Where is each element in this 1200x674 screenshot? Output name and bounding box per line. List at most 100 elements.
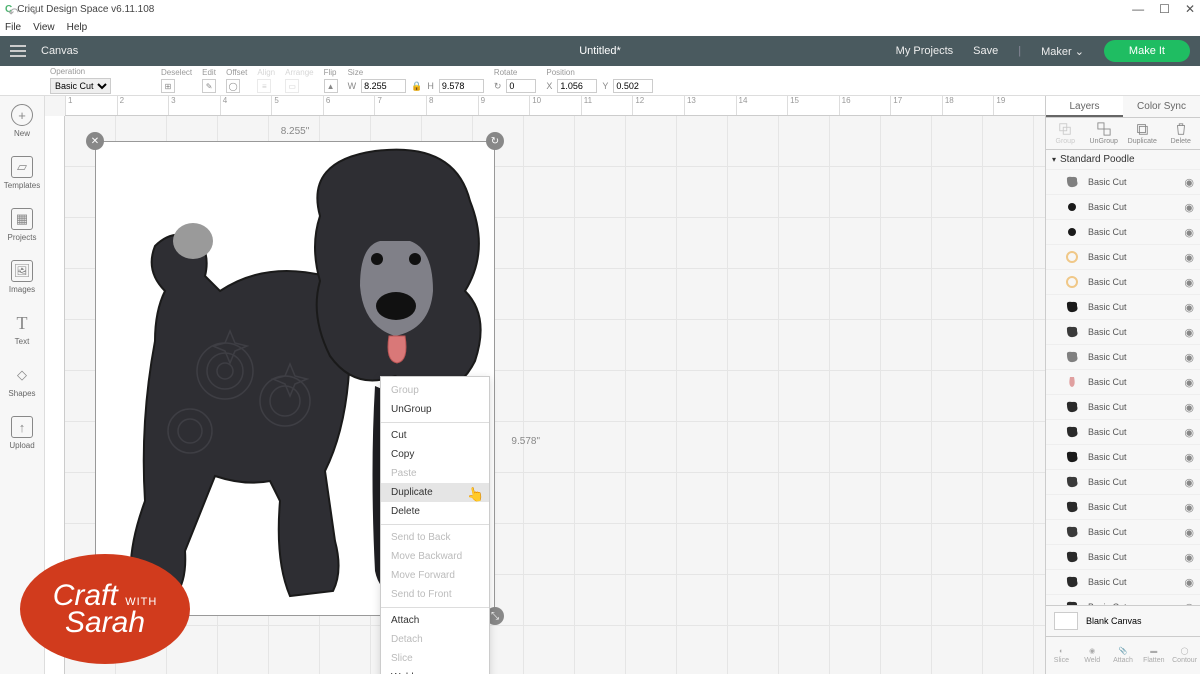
visibility-eye-icon[interactable]: ◉ bbox=[1184, 201, 1194, 214]
visibility-eye-icon[interactable]: ◉ bbox=[1184, 526, 1194, 539]
blank-canvas-row[interactable]: Blank Canvas bbox=[1046, 605, 1200, 636]
flatten-icon: ▬ bbox=[1150, 648, 1157, 655]
ctx-weld[interactable]: Weld bbox=[381, 668, 489, 674]
rotate-input[interactable] bbox=[506, 79, 536, 93]
visibility-eye-icon[interactable]: ◉ bbox=[1184, 401, 1194, 414]
width-input[interactable] bbox=[361, 79, 406, 93]
height-input[interactable] bbox=[439, 79, 484, 93]
layer-row[interactable]: Basic Cut◉ bbox=[1046, 345, 1200, 370]
layer-row[interactable]: Basic Cut◉ bbox=[1046, 320, 1200, 345]
ctx-copy[interactable]: Copy bbox=[381, 445, 489, 464]
layer-row[interactable]: Basic Cut◉ bbox=[1046, 495, 1200, 520]
deselect-icon[interactable]: ⊞ bbox=[161, 79, 175, 93]
ctx-delete[interactable]: Delete bbox=[381, 502, 489, 521]
templates-tool[interactable]: ▱Templates bbox=[4, 156, 40, 190]
layer-row[interactable]: Basic Cut◉ bbox=[1046, 245, 1200, 270]
layer-row[interactable]: Basic Cut◉ bbox=[1046, 545, 1200, 570]
pos-x-input[interactable] bbox=[557, 79, 597, 93]
layer-label: Basic Cut bbox=[1088, 477, 1127, 487]
visibility-eye-icon[interactable]: ◉ bbox=[1184, 276, 1194, 289]
close-icon[interactable]: ✕ bbox=[1185, 2, 1195, 16]
pos-y-input[interactable] bbox=[613, 79, 653, 93]
maximize-icon[interactable]: ☐ bbox=[1159, 2, 1170, 16]
tab-layers[interactable]: Layers bbox=[1046, 96, 1123, 117]
operation-label: Operation bbox=[50, 67, 111, 76]
visibility-eye-icon[interactable]: ◉ bbox=[1184, 351, 1194, 364]
layer-group-header[interactable]: ▾ Standard Poodle bbox=[1046, 150, 1200, 170]
menu-help[interactable]: Help bbox=[67, 22, 88, 33]
panel-delete[interactable]: Delete bbox=[1162, 118, 1200, 149]
panel-group[interactable]: Group bbox=[1046, 118, 1085, 149]
caret-down-icon: ▾ bbox=[1052, 155, 1056, 164]
undo-icon[interactable]: ↶ bbox=[8, 5, 19, 21]
align-icon: ≡ bbox=[257, 79, 271, 93]
align-label: Align bbox=[257, 68, 275, 77]
layer-label: Basic Cut bbox=[1088, 202, 1127, 212]
layer-row[interactable]: Basic Cut◉ bbox=[1046, 420, 1200, 445]
divider: | bbox=[1018, 45, 1021, 57]
visibility-eye-icon[interactable]: ◉ bbox=[1184, 551, 1194, 564]
visibility-eye-icon[interactable]: ◉ bbox=[1184, 176, 1194, 189]
make-it-button[interactable]: Make It bbox=[1104, 40, 1190, 62]
layer-row[interactable]: Basic Cut ◉ bbox=[1046, 445, 1200, 470]
upload-tool[interactable]: ↑Upload bbox=[9, 416, 34, 450]
layer-row[interactable]: Basic Cut◉ bbox=[1046, 520, 1200, 545]
visibility-eye-icon[interactable]: ◉ bbox=[1184, 326, 1194, 339]
visibility-eye-icon[interactable]: ◉ bbox=[1184, 376, 1194, 389]
cursor-icon: 👆 bbox=[466, 485, 486, 505]
visibility-eye-icon[interactable]: ◉ bbox=[1184, 501, 1194, 514]
operation-select[interactable]: Basic Cut bbox=[50, 78, 111, 94]
layer-row[interactable]: Basic Cut◉ bbox=[1046, 370, 1200, 395]
layer-row[interactable]: Basic Cut◉ bbox=[1046, 220, 1200, 245]
tab-color-sync[interactable]: Color Sync bbox=[1123, 96, 1200, 117]
ctx-move-forward: Move Forward bbox=[381, 566, 489, 585]
text-tool[interactable]: TText bbox=[11, 312, 33, 346]
new-tool[interactable]: +New bbox=[11, 104, 33, 138]
flip-icon[interactable]: ▲ bbox=[324, 79, 338, 93]
visibility-eye-icon[interactable]: ◉ bbox=[1184, 576, 1194, 589]
layer-row[interactable]: Basic Cut ◉ bbox=[1046, 570, 1200, 595]
right-panel: Layers Color Sync Group UnGroup Duplicat… bbox=[1045, 96, 1200, 674]
layer-row[interactable]: Basic Cut◉ bbox=[1046, 595, 1200, 605]
layer-label: Basic Cut bbox=[1088, 277, 1127, 287]
visibility-eye-icon[interactable]: ◉ bbox=[1184, 426, 1194, 439]
machine-selector[interactable]: Maker ⌄ bbox=[1041, 45, 1084, 58]
layer-swatch-icon bbox=[1064, 374, 1080, 390]
shapes-tool[interactable]: ◇Shapes bbox=[8, 364, 35, 398]
visibility-eye-icon[interactable]: ◉ bbox=[1184, 301, 1194, 314]
layer-row[interactable]: Basic Cut ◉ bbox=[1046, 270, 1200, 295]
ctx-cut[interactable]: Cut bbox=[381, 426, 489, 445]
redo-icon[interactable]: ↷ bbox=[27, 5, 38, 21]
layer-label: Basic Cut bbox=[1088, 452, 1127, 462]
projects-tool[interactable]: ▦Projects bbox=[8, 208, 37, 242]
visibility-eye-icon[interactable]: ◉ bbox=[1184, 451, 1194, 464]
menu-view[interactable]: View bbox=[33, 22, 55, 33]
hamburger-icon[interactable] bbox=[10, 45, 26, 57]
panel-duplicate[interactable]: Duplicate bbox=[1123, 118, 1162, 149]
menu-file[interactable]: File bbox=[5, 22, 21, 33]
visibility-eye-icon[interactable]: ◉ bbox=[1184, 476, 1194, 489]
layer-row[interactable]: Basic Cut◉ bbox=[1046, 295, 1200, 320]
layer-row[interactable]: Basic Cut ◉ bbox=[1046, 470, 1200, 495]
panel-ungroup[interactable]: UnGroup bbox=[1085, 118, 1124, 149]
minimize-icon[interactable]: — bbox=[1132, 2, 1144, 16]
visibility-eye-icon[interactable]: ◉ bbox=[1184, 226, 1194, 239]
save-button[interactable]: Save bbox=[973, 45, 998, 57]
layer-row[interactable]: Basic Cut ◉ bbox=[1046, 195, 1200, 220]
layer-row[interactable]: Basic Cut◉ bbox=[1046, 170, 1200, 195]
visibility-eye-icon[interactable]: ◉ bbox=[1184, 251, 1194, 264]
layer-label: Basic Cut bbox=[1088, 577, 1127, 587]
images-tool[interactable]: 🖼Images bbox=[9, 260, 35, 294]
canvas-grid[interactable]: 8.255" 9.578" ✕ ↻ ⤡ bbox=[65, 116, 1045, 674]
offset-icon[interactable]: ◯ bbox=[226, 79, 240, 93]
group-icon bbox=[1058, 122, 1072, 136]
ctx-attach[interactable]: Attach bbox=[381, 611, 489, 630]
titlebar: C Cricut Design Space v6.11.108 — ☐ ✕ bbox=[0, 0, 1200, 18]
edit-icon[interactable]: ✎ bbox=[202, 79, 216, 93]
canvas-area[interactable]: 12345678910111213141516171819 8.255" 9.5… bbox=[45, 96, 1045, 674]
lock-aspect-icon[interactable]: 🔒 bbox=[411, 81, 422, 92]
my-projects-link[interactable]: My Projects bbox=[896, 45, 953, 57]
layers-list: ▾ Standard Poodle Basic Cut ◉ Basic Cut ◉ Ba… bbox=[1046, 150, 1200, 605]
layer-row[interactable]: Basic Cut◉ bbox=[1046, 395, 1200, 420]
ctx-ungroup[interactable]: UnGroup bbox=[381, 400, 489, 419]
